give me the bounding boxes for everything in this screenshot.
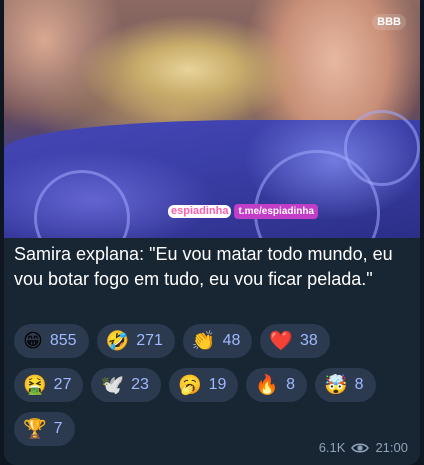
heart-icon: ❤️ — [269, 330, 294, 352]
yawn-icon: 🥱 — [177, 374, 202, 396]
reaction-chip[interactable]: 🏆 7 — [14, 412, 75, 446]
reaction-count: 48 — [222, 332, 241, 349]
reaction-count: 19 — [208, 376, 227, 393]
reaction-chip[interactable]: 🤯 8 — [314, 368, 376, 402]
clap-icon: 👏 — [191, 330, 216, 352]
reaction-chip[interactable]: ❤️ 38 — [260, 324, 330, 358]
bbb-logo: BBB — [372, 14, 406, 30]
rofl-icon: 🤣 — [105, 330, 130, 352]
message-bubble[interactable]: BBB espiadinha t.me/espiadinha Samira ex… — [4, 0, 420, 465]
reactions-row: 😁 855 🤣 271 👏 48 ❤️ 38 — [14, 324, 414, 358]
reactions-bar: 😁 855 🤣 271 👏 48 ❤️ 38 🤮 27 🕊️ 23 🥱 19 🔥… — [14, 324, 414, 456]
mind-blown-icon: 🤯 — [323, 374, 348, 396]
trophy-icon: 🏆 — [23, 418, 47, 440]
view-count: 6.1K — [318, 440, 346, 455]
reaction-chip[interactable]: 🕊️ 23 — [91, 368, 161, 402]
reaction-chip[interactable]: 🤣 271 — [96, 324, 175, 358]
reaction-count: 855 — [49, 332, 77, 349]
eye-icon — [351, 442, 370, 453]
message-photo[interactable]: BBB espiadinha t.me/espiadinha — [4, 0, 420, 238]
reaction-count: 23 — [131, 376, 149, 393]
clock-pattern — [344, 110, 420, 186]
reaction-chip[interactable]: 😁 855 — [14, 324, 89, 358]
reaction-chip[interactable]: 🥱 19 — [168, 368, 239, 402]
watermark-logo: espiadinha — [168, 205, 232, 218]
reaction-count: 27 — [53, 376, 72, 393]
grin-icon: 😁 — [23, 330, 43, 352]
reactions-row: 🤮 27 🕊️ 23 🥱 19 🔥 8 🤯 8 — [14, 368, 414, 402]
reaction-count: 38 — [300, 332, 318, 349]
fire-icon: 🔥 — [255, 374, 280, 396]
watermark-url: t.me/espiadinha — [234, 204, 319, 219]
reaction-count: 8 — [354, 376, 364, 393]
reaction-count: 8 — [286, 376, 295, 393]
message-time: 21:00 — [375, 440, 408, 455]
reaction-count: 7 — [53, 420, 63, 437]
reaction-chip[interactable]: 🤮 27 — [14, 368, 84, 402]
reaction-chip[interactable]: 👏 48 — [182, 324, 253, 358]
message-meta: 6.1K 21:00 — [319, 440, 408, 455]
message-text: Samira explana: "Eu vou matar todo mundo… — [14, 244, 393, 289]
vomit-icon: 🤮 — [23, 374, 47, 396]
reaction-chip[interactable]: 🔥 8 — [246, 368, 307, 402]
reaction-count: 271 — [136, 332, 163, 349]
dove-icon: 🕊️ — [100, 374, 125, 396]
watermark: espiadinha t.me/espiadinha — [168, 204, 319, 219]
